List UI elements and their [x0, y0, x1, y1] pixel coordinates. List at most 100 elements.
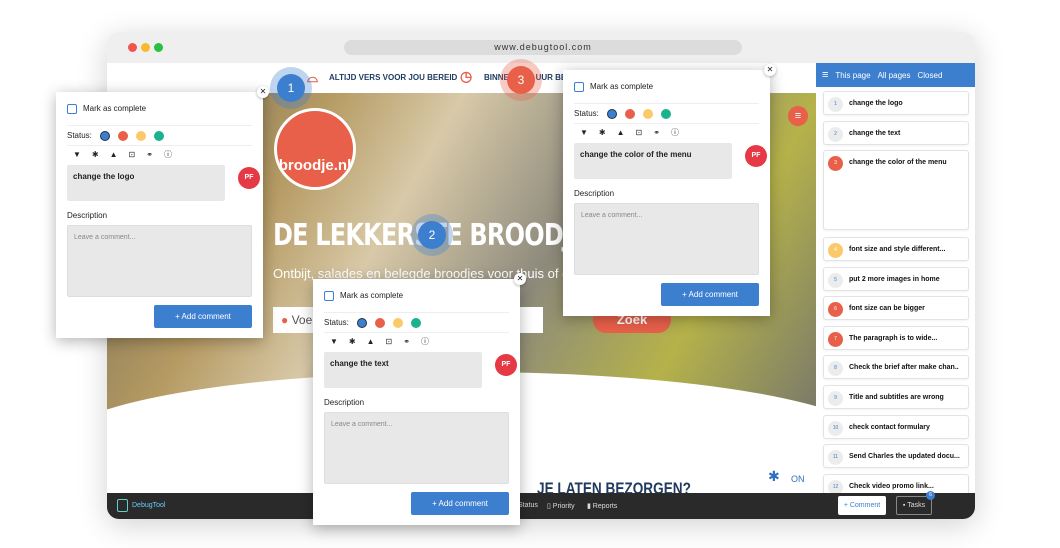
- comment-marker[interactable]: 2: [418, 221, 446, 249]
- panel-tabs: ≡ This page All pages Closed: [816, 63, 975, 87]
- comment-title[interactable]: change the logo PF: [67, 165, 260, 201]
- mark-complete-checkbox[interactable]: [324, 290, 334, 301]
- site-logo[interactable]: broodje.nl: [274, 108, 356, 190]
- close-popup-button[interactable]: ✕: [257, 86, 269, 98]
- close-popup-button[interactable]: ✕: [764, 64, 776, 76]
- info-icon[interactable]: ⓘ: [671, 127, 679, 138]
- task-title: font size and style different...: [849, 246, 946, 253]
- task-item[interactable]: 7 The paragraph is to wide...: [823, 326, 969, 350]
- reports-label: Reports: [592, 503, 618, 510]
- task-item[interactable]: 6 font size can be bigger: [823, 296, 969, 320]
- tab-all-pages[interactable]: All pages: [878, 71, 911, 80]
- task-item[interactable]: 9 Title and subtitles are wrong: [823, 385, 969, 409]
- link-icon[interactable]: ⚭: [403, 337, 410, 346]
- link-icon[interactable]: ⚭: [146, 150, 153, 159]
- mark-complete-checkbox[interactable]: [574, 81, 584, 92]
- close-popup-button[interactable]: ✕: [514, 273, 526, 285]
- add-comment-button[interactable]: + Add comment: [411, 492, 509, 515]
- debugtool-bar: DebugTool Status ▯ Priority ▮ Reports + …: [107, 491, 975, 519]
- bell-icon[interactable]: ▲: [110, 150, 118, 159]
- status-option[interactable]: [135, 130, 146, 141]
- address-bar[interactable]: www.debugtool.com: [344, 40, 742, 55]
- screenshot-icon[interactable]: ⊡: [636, 128, 643, 137]
- comment-marker[interactable]: 3: [507, 66, 535, 94]
- panel-menu-icon[interactable]: ≡: [822, 69, 828, 81]
- filter-icon[interactable]: ▼: [580, 128, 588, 137]
- reports-menu[interactable]: ▮ Reports: [587, 502, 617, 510]
- mark-complete-label: Mark as complete: [83, 104, 147, 113]
- bug-icon[interactable]: ✱: [92, 150, 99, 159]
- comment-title-text: change the text: [330, 359, 389, 368]
- bell-icon[interactable]: ▲: [617, 128, 625, 137]
- comment-textarea[interactable]: Leave a comment...: [324, 412, 509, 484]
- task-title: Send Charles the updated docu...: [849, 453, 960, 460]
- priority-label: Priority: [552, 503, 575, 510]
- status-option[interactable]: [660, 108, 671, 119]
- mark-complete-label: Mark as complete: [340, 291, 404, 300]
- comment-title[interactable]: change the color of the menu PF: [574, 143, 767, 179]
- tab-closed[interactable]: Closed: [917, 71, 942, 80]
- task-number: 10: [828, 421, 843, 436]
- task-item[interactable]: 5 put 2 more images in home: [823, 267, 969, 291]
- close-window-button[interactable]: [128, 43, 137, 52]
- bell-icon[interactable]: ▲: [367, 337, 375, 346]
- add-comment-button[interactable]: + Add comment: [661, 283, 759, 306]
- filter-icon[interactable]: ▼: [330, 337, 338, 346]
- task-item[interactable]: 1 change the logo: [823, 91, 969, 115]
- status-option[interactable]: [410, 317, 421, 328]
- tab-this-page[interactable]: This page: [835, 71, 870, 80]
- bug-icon[interactable]: ✱: [599, 128, 606, 137]
- priority-menu[interactable]: ▯ Priority: [547, 502, 575, 510]
- comment-popup: ✕ Mark as complete Status: ▼ ✱ ▲ ⊡ ⚭ ⓘ change…: [563, 64, 776, 316]
- task-item[interactable]: 11 Send Charles the updated docu...: [823, 444, 969, 468]
- info-icon[interactable]: ⓘ: [421, 336, 429, 347]
- comment-textarea[interactable]: Leave a comment...: [574, 203, 759, 275]
- description-label: Description: [67, 211, 108, 220]
- task-title: change the color of the menu: [849, 159, 947, 166]
- minimize-window-button[interactable]: [141, 43, 150, 52]
- status-option[interactable]: [99, 130, 110, 141]
- status-option[interactable]: [117, 130, 128, 141]
- add-comment-button[interactable]: + Add comment: [154, 305, 252, 328]
- task-item[interactable]: 2 change the text: [823, 121, 969, 145]
- task-title: font size can be bigger: [849, 305, 925, 312]
- status-option[interactable]: [606, 108, 617, 119]
- status-option[interactable]: [624, 108, 635, 119]
- status-menu[interactable]: Status: [518, 502, 538, 509]
- comment-popup: ✕ Mark as complete Status: ▼ ✱ ▲ ⊡ ⚭ ⓘ change…: [313, 273, 526, 525]
- filter-icon[interactable]: ▼: [73, 150, 81, 159]
- debugtool-logo-icon: [117, 499, 128, 512]
- add-comment-button[interactable]: + Comment: [838, 496, 886, 515]
- task-item[interactable]: 4 font size and style different...: [823, 237, 969, 261]
- status-option[interactable]: [153, 130, 164, 141]
- info-icon[interactable]: ⓘ: [164, 149, 172, 160]
- status-label: Status:: [574, 109, 599, 118]
- status-option[interactable]: [642, 108, 653, 119]
- bug-icon[interactable]: ✱: [768, 468, 780, 485]
- debug-toggle[interactable]: ON: [791, 474, 805, 484]
- screenshot-icon[interactable]: ⊡: [386, 337, 393, 346]
- comment-textarea[interactable]: Leave a comment...: [67, 225, 252, 297]
- comment-title[interactable]: change the text PF: [324, 352, 517, 388]
- status-option[interactable]: [356, 317, 367, 328]
- maximize-window-button[interactable]: [154, 43, 163, 52]
- mark-complete-checkbox[interactable]: [67, 103, 77, 114]
- hamburger-menu-button[interactable]: ≡: [788, 106, 808, 126]
- task-title: Check video promo link...: [849, 483, 934, 490]
- task-number: 6: [828, 302, 843, 317]
- task-item[interactable]: 3 change the color of the menu: [823, 150, 969, 230]
- avatar: PF: [238, 167, 260, 189]
- task-item[interactable]: 8 Check the brief after make chan..: [823, 355, 969, 379]
- status-option[interactable]: [374, 317, 385, 328]
- mark-complete-label: Mark as complete: [590, 82, 654, 91]
- screenshot-icon[interactable]: ⊡: [129, 150, 136, 159]
- clock-icon: ◷: [460, 68, 473, 84]
- task-number: 5: [828, 273, 843, 288]
- task-item[interactable]: 10 check contact formulary: [823, 415, 969, 439]
- bug-icon[interactable]: ✱: [349, 337, 356, 346]
- comment-marker[interactable]: 1: [277, 74, 305, 102]
- link-icon[interactable]: ⚭: [653, 128, 660, 137]
- task-number: 2: [828, 127, 843, 142]
- status-option[interactable]: [392, 317, 403, 328]
- task-title: put 2 more images in home: [849, 276, 940, 283]
